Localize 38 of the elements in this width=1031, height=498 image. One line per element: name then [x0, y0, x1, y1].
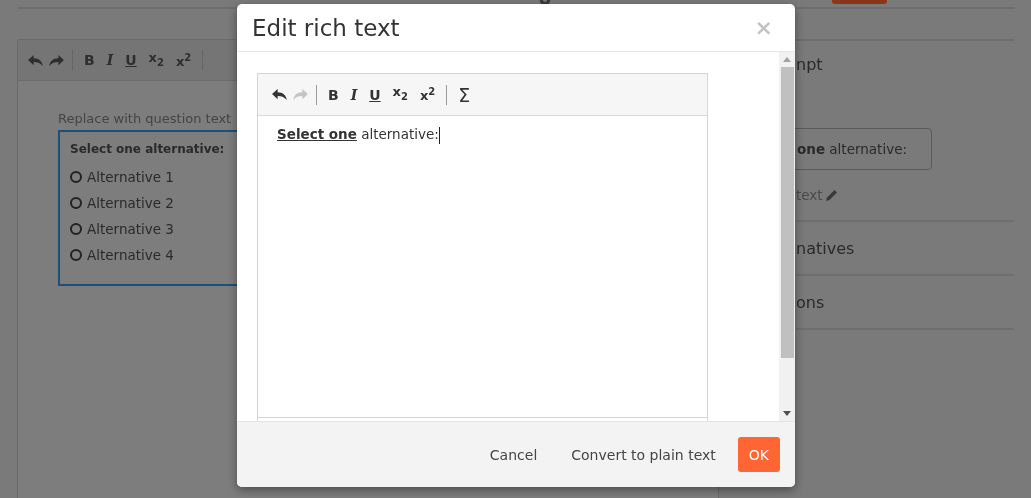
radio-button[interactable] — [70, 197, 82, 209]
ok-button[interactable]: OK — [737, 437, 780, 472]
scrollbar[interactable] — [779, 52, 795, 421]
close-button[interactable]: × — [750, 15, 777, 40]
radio-button[interactable] — [70, 249, 82, 261]
subscript-button[interactable]: x$_{2}$ — [389, 83, 411, 106]
pencil-icon[interactable] — [825, 189, 838, 201]
superscript-button[interactable]: x$^{2}$ — [416, 83, 439, 106]
radio-button[interactable] — [70, 223, 82, 235]
italic-button[interactable]: I — [103, 51, 117, 69]
section-heading[interactable]: ons — [796, 292, 825, 312]
sum-button[interactable]: Σ — [455, 85, 474, 104]
section-heading[interactable]: natives — [796, 238, 855, 258]
bold-button[interactable]: B — [81, 51, 98, 69]
superscript-button[interactable]: x$^{2}$ — [172, 48, 195, 72]
alternative-label: Alternative 1 — [87, 169, 174, 185]
redo-icon[interactable] — [49, 53, 64, 67]
dialog-button[interactable]: Convert to plain text — [559, 437, 728, 472]
text-caret — [438, 126, 440, 144]
scroll-down-icon[interactable] — [783, 411, 791, 416]
underline-button[interactable]: U — [122, 51, 140, 69]
dialog-title: Edit rich text — [252, 14, 400, 41]
italic-button[interactable]: I — [347, 85, 361, 104]
preview-title: Select one alternative: — [70, 142, 226, 156]
bold-button[interactable]: B — [325, 85, 342, 104]
undo-icon[interactable] — [272, 88, 287, 101]
alternative-label: Alternative 3 — [87, 221, 174, 237]
radio-button[interactable] — [70, 171, 82, 183]
scrollbar-thumb[interactable] — [780, 67, 794, 358]
dialog-button[interactable]: Cancel — [477, 437, 550, 472]
alternative-label: Alternative 2 — [87, 195, 174, 211]
section-heading[interactable]: npt — [796, 55, 823, 74]
underline-button[interactable]: U — [366, 85, 384, 104]
subscript-button[interactable]: x$_{2}$ — [145, 48, 167, 72]
editor-text[interactable]: Select one alternative: — [277, 126, 439, 142]
alternative-label: Alternative 4 — [87, 247, 174, 263]
scroll-up-icon[interactable] — [783, 57, 791, 62]
question-text-field[interactable]: Replace with question text — [58, 111, 233, 126]
